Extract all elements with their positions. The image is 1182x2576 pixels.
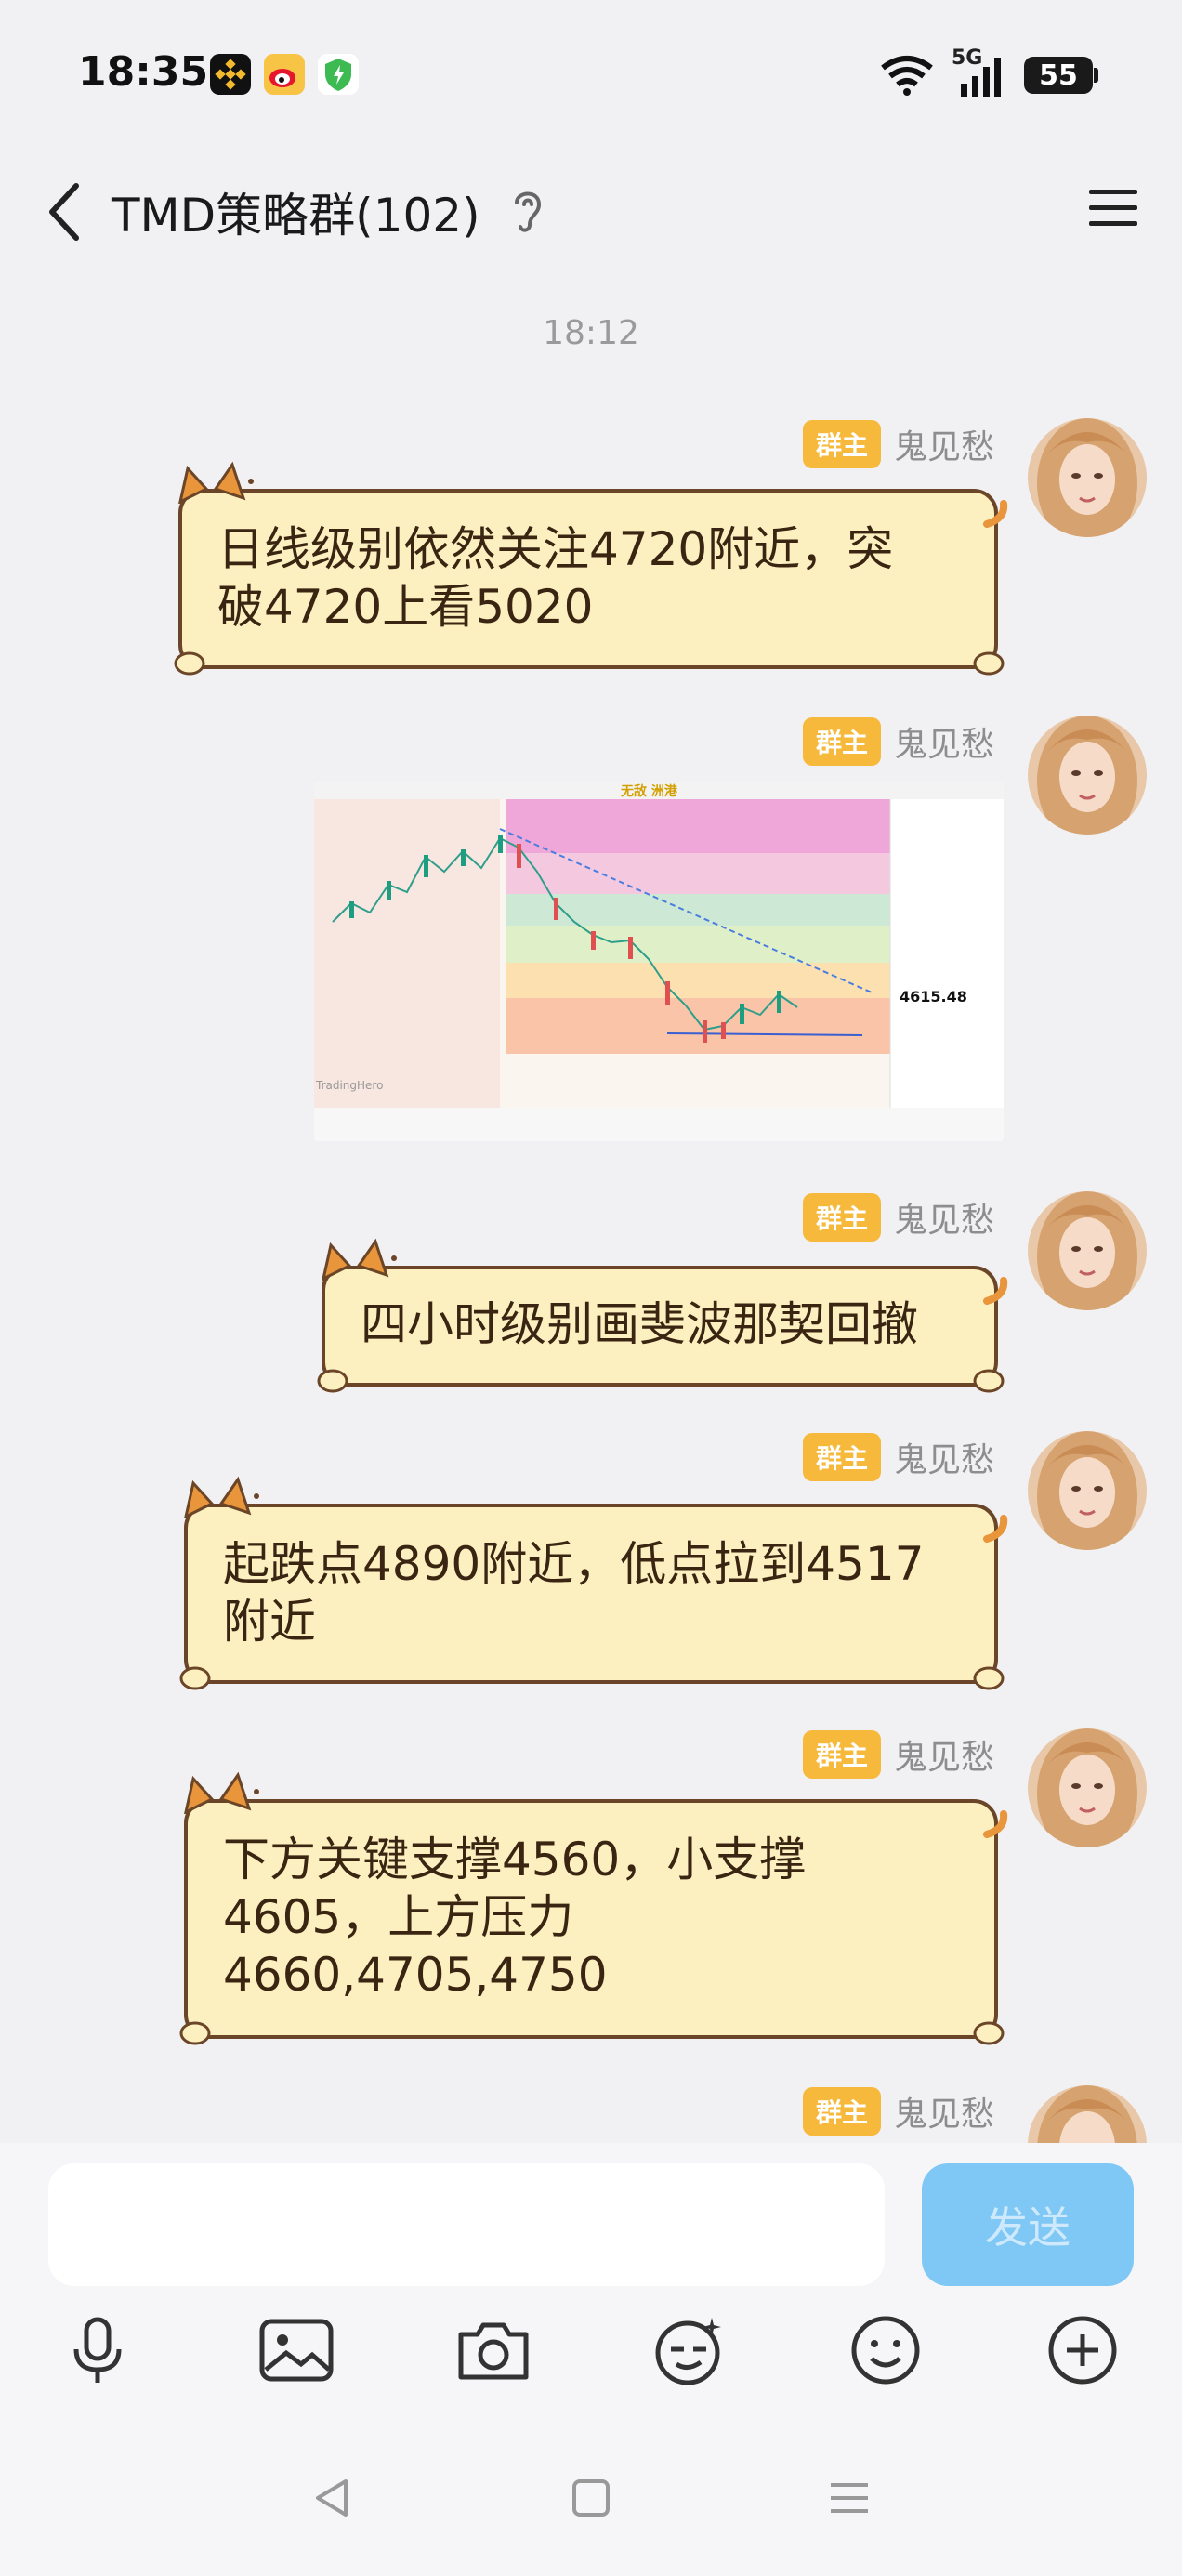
sender-row: 群主 鬼见愁	[802, 1433, 994, 1481]
cat-paw-icon	[973, 1666, 1005, 1690]
menu-icon[interactable]	[1085, 180, 1141, 236]
message-text-line: 下方关键支撑4560，小支撑	[223, 1833, 807, 1886]
sender-name: 鬼见愁	[893, 1739, 994, 1777]
sender-row: 群主 鬼见愁	[802, 2087, 994, 2136]
chart-watermark: TradingHero	[315, 1079, 383, 1092]
chart-price: 4615.48	[900, 988, 967, 1005]
shield-icon	[318, 54, 359, 95]
microphone-icon[interactable]	[56, 2308, 139, 2392]
back-icon[interactable]	[37, 175, 93, 249]
message-bubble[interactable]: 四小时级别画斐波那契回撤	[317, 1238, 1008, 1393]
sticker-face-icon[interactable]	[647, 2308, 730, 2392]
sender-row: 群主 鬼见愁	[802, 1730, 994, 1779]
cat-tail-icon	[983, 500, 1008, 528]
cellular-icon: 5G	[952, 46, 1007, 99]
status-time: 18:35	[78, 48, 209, 96]
camera-icon[interactable]	[452, 2308, 535, 2392]
sender-name: 鬼见愁	[893, 428, 994, 467]
message-text-line: 四小时级别画斐波那契回撤	[361, 1297, 918, 1351]
avatar[interactable]	[1028, 716, 1147, 835]
avatar[interactable]	[1028, 1191, 1147, 1310]
cat-paw-icon	[174, 651, 205, 676]
message-text-line: 破4720上看5020	[217, 580, 594, 634]
status-bar: 18:35 5G 55	[0, 0, 1182, 158]
system-status: 5G 55	[879, 46, 1098, 99]
owner-badge: 群主	[802, 1193, 881, 1242]
message-bubble[interactable]: 起跌点4890附近，低点拉到4517 附近	[179, 1476, 1008, 1690]
nav-recents-icon[interactable]	[821, 2470, 877, 2526]
notification-icons	[210, 54, 359, 95]
cat-ears-icon	[178, 461, 254, 504]
cat-ears-icon	[184, 1771, 259, 1814]
cat-paw-icon	[179, 1666, 211, 1690]
avatar[interactable]	[1028, 418, 1147, 537]
cat-tail-icon	[983, 1810, 1008, 1838]
cat-tail-icon	[983, 1277, 1008, 1305]
sender-name: 鬼见愁	[893, 1441, 994, 1479]
battery-level: 55	[1039, 59, 1078, 92]
plus-icon[interactable]	[1041, 2308, 1124, 2392]
avatar[interactable]	[1028, 1728, 1147, 1847]
chat-header: TMD策略群(102)	[0, 158, 1182, 269]
sender-row: 群主 鬼见愁	[802, 420, 994, 468]
message-bubble[interactable]: 日线级别依然关注4720附近，突 破4720上看5020	[174, 461, 1008, 676]
message-text-line: 4605，上方压力	[223, 1890, 574, 1944]
nav-home-icon[interactable]	[563, 2470, 619, 2526]
sender-name: 鬼见愁	[893, 1202, 994, 1240]
binance-icon	[210, 54, 251, 95]
owner-badge: 群主	[802, 717, 881, 766]
cat-tail-icon	[983, 1515, 1008, 1543]
message-bubble[interactable]: 下方关键支撑4560，小支撑 4605，上方压力 4660,4705,4750	[179, 1771, 1008, 2045]
message-timestamp: 18:12	[543, 314, 639, 352]
message-text-line: 起跌点4890附近，低点拉到4517	[223, 1537, 925, 1591]
chat-title[interactable]: TMD策略群(102)	[112, 178, 480, 245]
cat-paw-icon	[973, 2021, 1005, 2045]
cat-ears-icon	[322, 1238, 397, 1281]
owner-badge: 群主	[802, 420, 881, 468]
cat-paw-icon	[317, 1369, 348, 1393]
owner-badge: 群主	[802, 1433, 881, 1481]
message-text-line: 4660,4705,4750	[223, 1948, 608, 2002]
avatar[interactable]	[1028, 1431, 1147, 1550]
chart-overlay-label: 无敌 洲港	[620, 783, 678, 799]
wifi-icon	[881, 56, 933, 96]
cat-paw-icon	[973, 651, 1005, 676]
cat-paw-icon	[179, 2021, 211, 2045]
battery-icon: 55	[1024, 57, 1098, 94]
message-input[interactable]	[48, 2163, 885, 2286]
message-text-line: 日线级别依然关注4720附近，突	[217, 522, 894, 576]
owner-badge: 群主	[802, 1730, 881, 1779]
sender-row: 群主 鬼见愁	[802, 717, 994, 766]
sender-name: 鬼见愁	[893, 726, 994, 764]
cat-ears-icon	[184, 1476, 259, 1518]
owner-badge: 群主	[802, 2087, 881, 2136]
weibo-icon	[264, 54, 305, 95]
sender-name: 鬼见愁	[893, 2096, 994, 2134]
send-button[interactable]: 发送	[922, 2163, 1134, 2286]
input-area: 发送	[0, 2143, 1182, 2576]
ear-icon[interactable]	[509, 184, 546, 236]
cat-paw-icon	[973, 1369, 1005, 1393]
message-text-line: 附近	[223, 1595, 316, 1649]
chart-image[interactable]: 无敌 洲港 TradingHero 4615.48	[314, 782, 1004, 1141]
nav-back-icon[interactable]	[305, 2470, 361, 2526]
emoji-icon[interactable]	[844, 2308, 927, 2392]
image-icon[interactable]	[255, 2308, 338, 2392]
sender-row: 群主 鬼见愁	[802, 1193, 994, 1242]
